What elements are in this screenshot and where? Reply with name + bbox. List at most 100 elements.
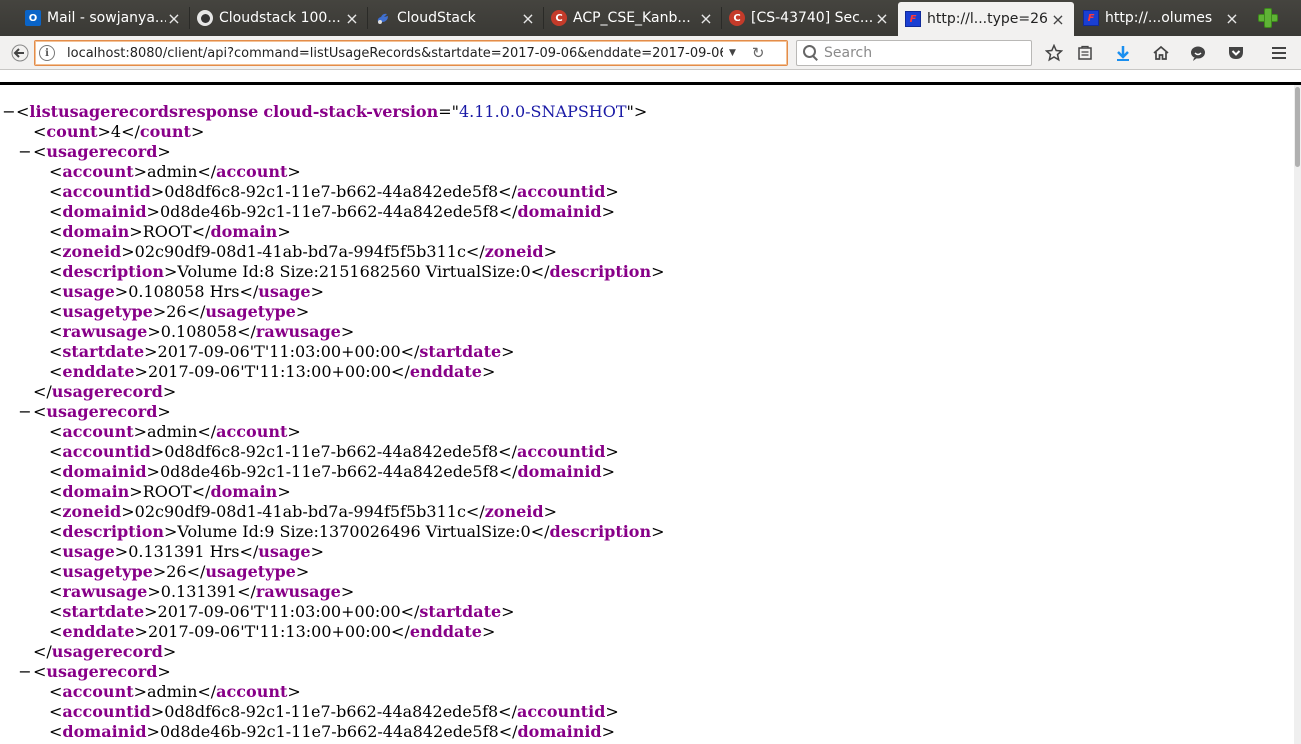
xml-tag-name: usage (258, 282, 311, 301)
xml-field-value[interactable]: 0d8de46b-92c1-11e7-b662-44a842ede5f8 (160, 462, 499, 481)
xml-field-value[interactable]: 0d8df6c8-92c1-11e7-b662-44a842ede5f8 (164, 702, 498, 721)
xml-field-value[interactable]: Volume Id:9 Size:1370026496 VirtualSize:… (177, 522, 530, 541)
xml-field-value[interactable]: 0.131391 (161, 582, 237, 601)
xml-tag-name: rawusage (62, 582, 148, 601)
xml-field-account: <account>admin</account> (49, 682, 301, 701)
xml-field-value[interactable]: 0d8df6c8-92c1-11e7-b662-44a842ede5f8 (164, 442, 498, 461)
xml-tag-name: accountid (62, 442, 151, 461)
pocket-icon[interactable] (1225, 42, 1247, 64)
tab-kanban[interactable]: C ACP_CSE_Kanb... × (544, 0, 722, 36)
xml-field-value[interactable]: admin (147, 162, 197, 181)
tab-close-icon[interactable]: × (1050, 10, 1066, 29)
outlook-icon: O (25, 10, 41, 26)
tab-close-icon[interactable]: × (698, 9, 714, 28)
xml-tag-name: usagerecord (51, 642, 163, 661)
nav-toolbar: i localhost:8080/client/api?command=list… (0, 36, 1301, 70)
reload-icon[interactable]: ↻ (752, 44, 765, 62)
collapse-toggle[interactable]: − (18, 402, 32, 422)
xml-field-value[interactable]: 0d8de46b-92c1-11e7-b662-44a842ede5f8 (160, 722, 499, 741)
xml-tag-name: domainid (517, 202, 602, 221)
xml-field-value[interactable]: 0d8df6c8-92c1-11e7-b662-44a842ede5f8 (164, 182, 498, 201)
reader-list-icon[interactable] (1074, 42, 1096, 64)
xml-tag-name: accountid (516, 702, 606, 721)
xml-field-value[interactable]: ROOT (143, 482, 192, 501)
site-info-icon[interactable]: i (39, 45, 55, 61)
xml-tag-name: enddate (409, 622, 482, 641)
collapse-toggle[interactable]: − (18, 662, 32, 682)
xml-field-value[interactable]: Volume Id:8 Size:2151682560 VirtualSize:… (177, 262, 530, 281)
xml-field-value[interactable]: 26 (166, 562, 186, 581)
xml-tag-name: domainid (62, 202, 147, 221)
tab-jira[interactable]: C [CS-43740] Sec... × (722, 0, 898, 36)
tab-close-icon[interactable]: × (520, 9, 536, 28)
download-arrow-icon[interactable] (1112, 42, 1134, 64)
xml-field-value[interactable]: ROOT (143, 222, 192, 241)
url-text[interactable]: localhost:8080/client/api?command=listUs… (67, 46, 723, 61)
vertical-scrollbar[interactable] (1294, 85, 1301, 744)
xml-field-value[interactable]: 2017-09-06'T'11:13:00+00:00 (148, 622, 391, 641)
fred-icon: F (905, 11, 921, 27)
tab-close-icon[interactable]: × (874, 9, 890, 28)
xml-field-value[interactable]: 0.108058 (161, 322, 237, 341)
content-top-border (0, 82, 1301, 85)
tab-mail[interactable]: O Mail - sowjanya... × (18, 0, 190, 36)
back-arrow-icon[interactable] (6, 39, 34, 67)
xml-field-value[interactable]: 0.131391 Hrs (128, 542, 239, 561)
xml-field-account: <account>admin</account> (49, 422, 301, 441)
xml-tag-name: count (139, 122, 191, 141)
xml-field-value[interactable]: 0d8de46b-92c1-11e7-b662-44a842ede5f8 (160, 202, 499, 221)
xml-usagerecord-close: </usagerecord> (33, 642, 177, 661)
xml-field-value[interactable]: 2017-09-06'T'11:03:00+00:00 (158, 602, 401, 621)
fred-icon: F (1083, 10, 1099, 26)
tab-volumes[interactable]: F http://...olumes × (1076, 0, 1248, 36)
xml-tag-name: domain (62, 222, 130, 241)
xml-tag-name: account (62, 422, 134, 441)
bookmark-star-icon[interactable] (1043, 42, 1065, 64)
xml-usagerecord-open: − <usagerecord> (18, 142, 171, 162)
xml-field-value[interactable]: 02c90df9-08d1-41ab-bd7a-994f5f5b311c (135, 502, 466, 521)
xml-field-value[interactable]: admin (147, 682, 197, 701)
tab-close-icon[interactable]: × (166, 9, 182, 28)
tab-cloudstack[interactable]: CloudStack × (368, 0, 544, 36)
tab-usage-records[interactable]: F http://l...type=26 × (898, 2, 1074, 36)
xml-tag-name: domainid (517, 722, 602, 741)
scrollbar-thumb[interactable] (1295, 87, 1300, 167)
xml-field-value[interactable]: 02c90df9-08d1-41ab-bd7a-994f5f5b311c (135, 242, 466, 261)
tab-title: [CS-43740] Sec... (751, 10, 874, 26)
xml-field-accountid: <accountid>0d8df6c8-92c1-11e7-b662-44a84… (49, 182, 619, 201)
hello-chat-icon[interactable] (1187, 42, 1209, 64)
xml-field-description: <description>Volume Id:8 Size:2151682560… (49, 262, 665, 281)
search-box[interactable] (796, 40, 1032, 66)
home-icon[interactable] (1150, 42, 1172, 64)
xml-field-value[interactable]: 2017-09-06'T'11:13:00+00:00 (148, 362, 391, 381)
xml-field-value[interactable]: 2017-09-06'T'11:03:00+00:00 (158, 342, 401, 361)
url-history-dropdown-icon[interactable]: ▼ (729, 48, 736, 58)
xml-tag-name: domainid (517, 462, 602, 481)
xml-field-usagetype: <usagetype>26</usagetype> (49, 562, 310, 581)
url-bar[interactable]: i localhost:8080/client/api?command=list… (34, 40, 788, 66)
hamburger-menu-icon[interactable] (1268, 42, 1290, 64)
new-tab-plus-icon[interactable] (1256, 6, 1280, 30)
tab-close-icon[interactable]: × (1224, 9, 1240, 28)
xml-tag-name: description (62, 522, 164, 541)
xml-tag-name: rawusage (255, 582, 341, 601)
tab-close-icon[interactable]: × (344, 9, 360, 28)
collapse-toggle[interactable]: − (18, 142, 32, 162)
xml-tag-name: usage (62, 282, 115, 301)
xml-field-rawusage: <rawusage>0.108058</rawusage> (49, 322, 355, 341)
xml-field-value[interactable]: 0.108058 Hrs (128, 282, 239, 301)
xml-tag-name: zoneid (62, 502, 122, 521)
xml-tag-name: accountid (516, 182, 606, 201)
tab-title: ACP_CSE_Kanb... (573, 10, 691, 26)
c-brand-icon: C (729, 10, 745, 26)
xml-field-value[interactable]: admin (147, 422, 197, 441)
xml-field-value[interactable]: 26 (166, 302, 186, 321)
tab-github[interactable]: Cloudstack 100... × (190, 0, 368, 36)
xml-tag-name: description (62, 262, 164, 281)
collapse-toggle[interactable]: − (2, 102, 16, 122)
xml-tag-name: enddate (62, 362, 135, 381)
search-input[interactable] (824, 45, 1024, 61)
xml-tag-name: usage (62, 542, 115, 561)
xml-tag-name: rawusage (255, 322, 341, 341)
xml-tag-name: zoneid (484, 502, 544, 521)
